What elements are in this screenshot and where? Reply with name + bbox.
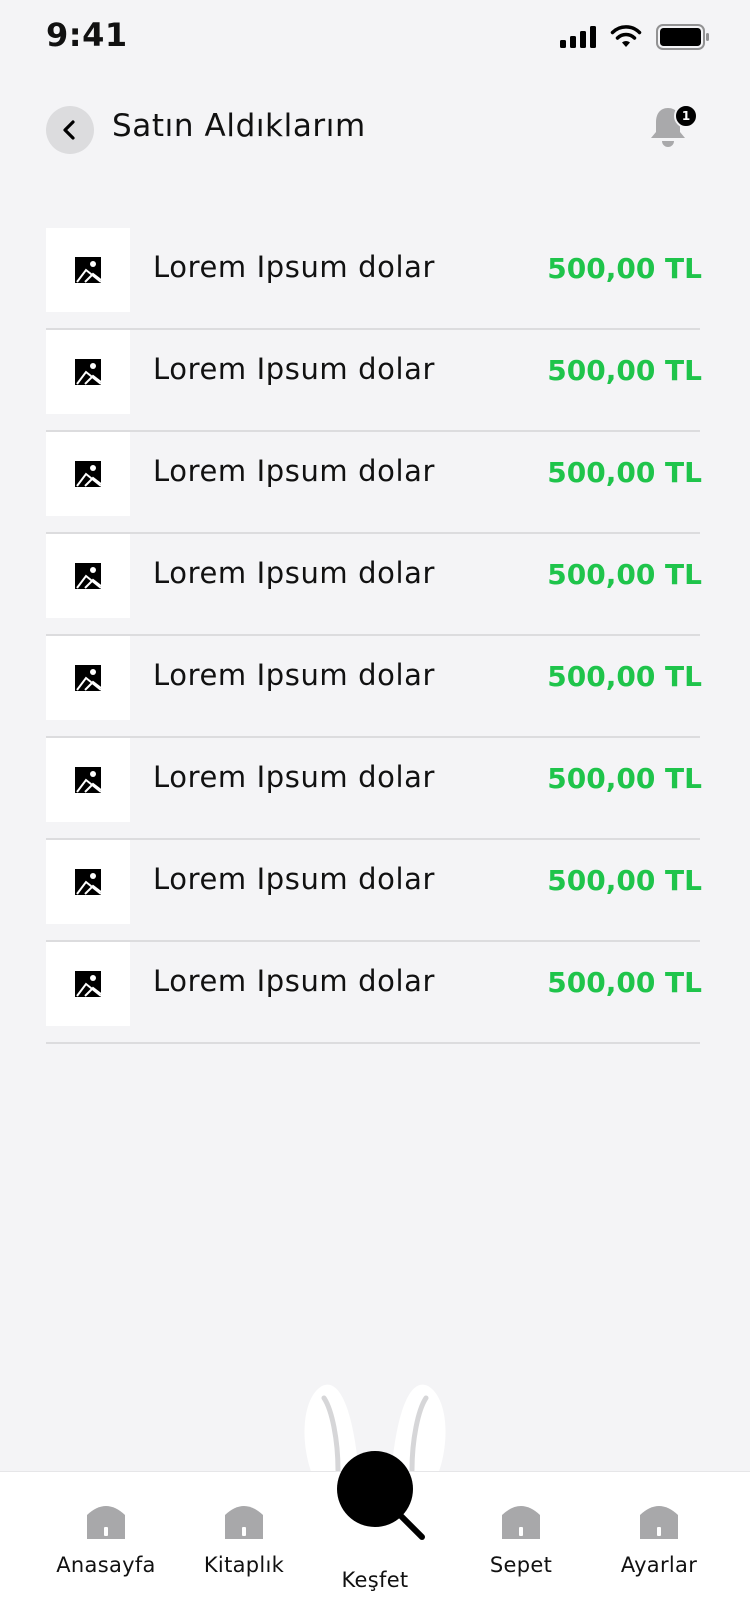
list-item[interactable]: Lorem Ipsum dolar 500,00 TL xyxy=(46,228,702,330)
item-price: 500,00 TL xyxy=(547,966,702,999)
tab-anasayfa[interactable]: Anasayfa xyxy=(36,1501,176,1611)
thumbnail xyxy=(46,636,130,720)
image-icon xyxy=(75,461,102,487)
home-icon xyxy=(502,1506,540,1539)
tab-label: Kitaplık xyxy=(203,1553,285,1577)
item-title: Lorem Ipsum dolar xyxy=(153,454,436,488)
item-title: Lorem Ipsum dolar xyxy=(153,658,436,692)
list-item[interactable]: Lorem Ipsum dolar 500,00 TL xyxy=(46,330,702,432)
home-icon xyxy=(87,1506,125,1539)
home-icon xyxy=(225,1506,263,1539)
image-icon xyxy=(75,767,102,793)
chevron-left-icon xyxy=(63,120,75,140)
thumbnail xyxy=(46,534,130,618)
tab-label: Keşfet xyxy=(341,1568,409,1592)
item-title: Lorem Ipsum dolar xyxy=(153,964,436,998)
item-price: 500,00 TL xyxy=(547,252,702,285)
tab-sepet[interactable]: Sepet xyxy=(451,1501,591,1611)
item-price: 500,00 TL xyxy=(547,864,702,897)
thumbnail xyxy=(46,738,130,822)
item-price: 500,00 TL xyxy=(547,456,702,489)
thumbnail xyxy=(46,840,130,924)
tab-label: Anasayfa xyxy=(56,1553,156,1577)
tab-ayarlar[interactable]: Ayarlar xyxy=(589,1501,729,1611)
item-price: 500,00 TL xyxy=(547,354,702,387)
tab-kitaplik[interactable]: Kitaplık xyxy=(174,1501,314,1611)
image-icon xyxy=(75,869,102,895)
tab-label: Ayarlar xyxy=(620,1553,698,1577)
purchase-list: Lorem Ipsum dolar 500,00 TL Lorem Ipsum … xyxy=(46,228,702,1044)
item-title: Lorem Ipsum dolar xyxy=(153,352,436,386)
item-title: Lorem Ipsum dolar xyxy=(153,862,436,896)
item-title: Lorem Ipsum dolar xyxy=(153,556,436,590)
list-item[interactable]: Lorem Ipsum dolar 500,00 TL xyxy=(46,738,702,840)
signal-icon xyxy=(560,26,596,48)
search-icon xyxy=(337,1451,425,1540)
home-icon xyxy=(640,1506,678,1539)
page-header: Satın Aldıklarım 1 xyxy=(0,100,750,160)
list-item[interactable]: Lorem Ipsum dolar 500,00 TL xyxy=(46,942,702,1044)
image-icon xyxy=(75,971,102,997)
thumbnail xyxy=(46,228,130,312)
thumbnail xyxy=(46,432,130,516)
status-icons xyxy=(560,24,710,50)
image-icon xyxy=(75,665,102,691)
item-price: 500,00 TL xyxy=(547,762,702,795)
item-title: Lorem Ipsum dolar xyxy=(153,760,436,794)
item-title: Lorem Ipsum dolar xyxy=(153,250,436,284)
thumbnail xyxy=(46,942,130,1026)
item-price: 500,00 TL xyxy=(547,558,702,591)
image-icon xyxy=(75,359,102,385)
tab-label: Sepet xyxy=(489,1553,553,1577)
notification-badge: 1 xyxy=(674,104,698,128)
list-item[interactable]: Lorem Ipsum dolar 500,00 TL xyxy=(46,840,702,942)
image-icon xyxy=(75,257,102,283)
back-button[interactable] xyxy=(46,106,94,154)
status-bar: 9:41 xyxy=(0,0,750,80)
list-item[interactable]: Lorem Ipsum dolar 500,00 TL xyxy=(46,636,702,738)
notifications-button[interactable]: 1 xyxy=(648,104,698,152)
battery-icon xyxy=(656,24,709,50)
list-item[interactable]: Lorem Ipsum dolar 500,00 TL xyxy=(46,432,702,534)
item-price: 500,00 TL xyxy=(547,660,702,693)
image-icon xyxy=(75,563,102,589)
page-title: Satın Aldıklarım xyxy=(112,108,366,144)
thumbnail xyxy=(46,330,130,414)
wifi-icon xyxy=(610,25,642,47)
list-item[interactable]: Lorem Ipsum dolar 500,00 TL xyxy=(46,534,702,636)
tab-kesfet[interactable] xyxy=(330,1445,440,1545)
status-time: 9:41 xyxy=(46,16,128,54)
